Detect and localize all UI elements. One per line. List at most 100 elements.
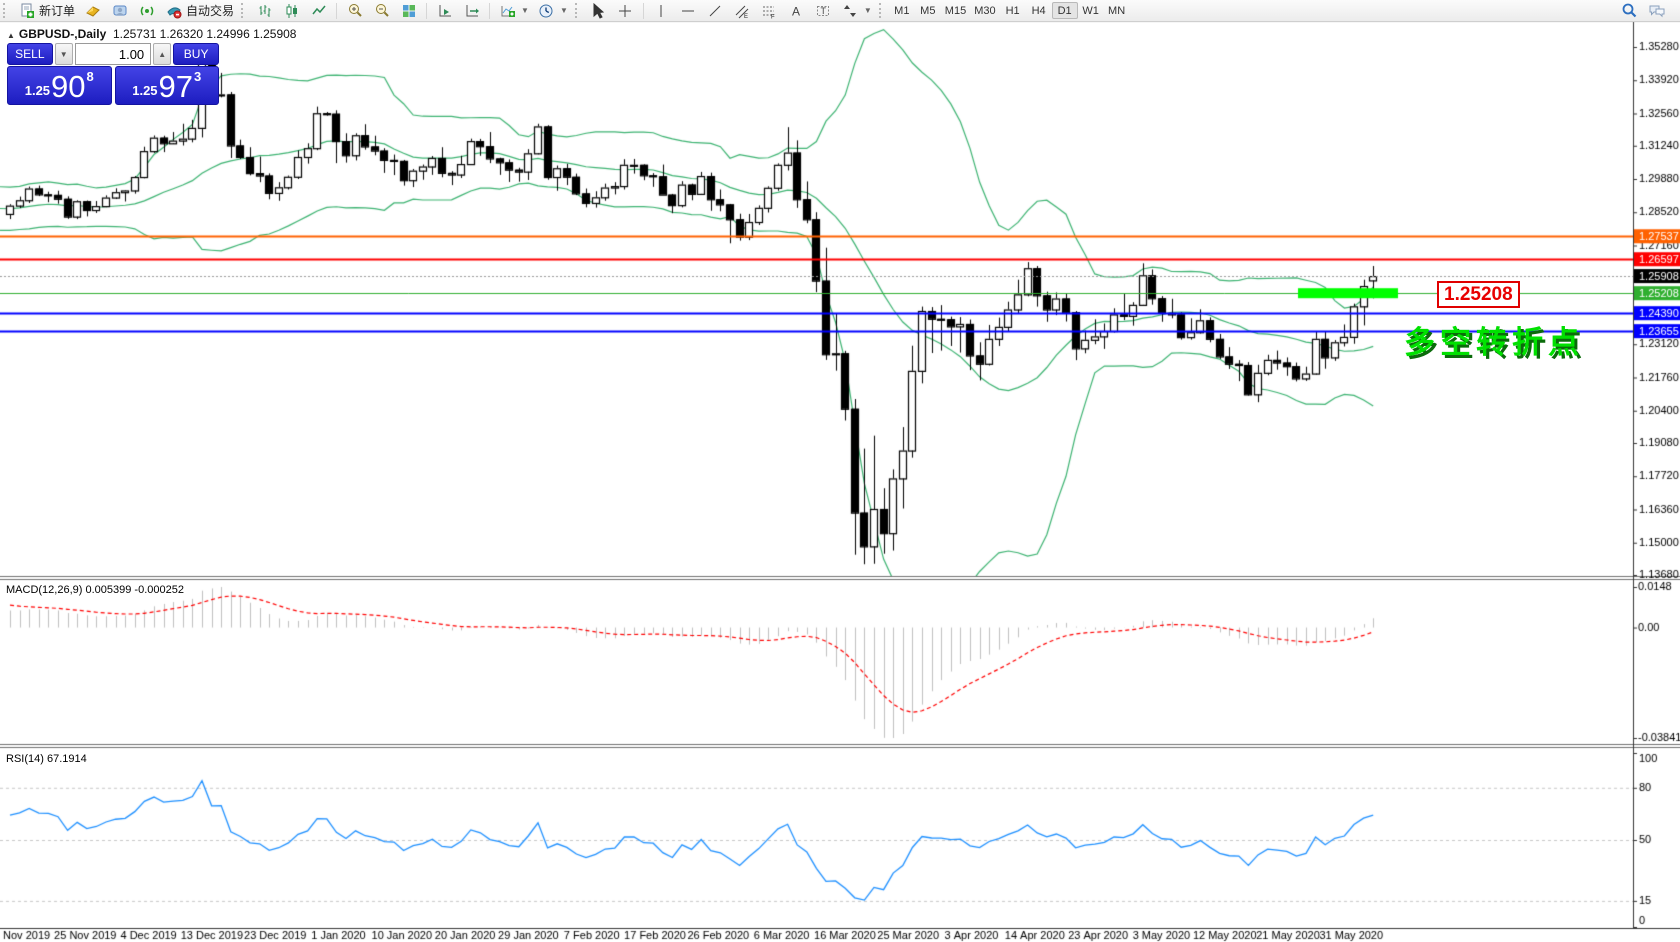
horizontal-line-icon — [679, 1, 698, 20]
text-icon: A — [787, 1, 806, 20]
volume-input[interactable]: 1.00 — [75, 43, 151, 65]
chat-bubbles-icon — [1647, 1, 1666, 20]
timeframe-button-M5[interactable]: M5 — [915, 2, 941, 19]
indicators-button[interactable]: ▼ — [494, 1, 533, 20]
dropdown-arrow-icon: ▼ — [521, 6, 529, 15]
crosshair-icon — [616, 1, 635, 20]
toolbar: 新订单 自动交易 — [0, 0, 1680, 22]
svg-text:F: F — [771, 14, 775, 19]
signals-button[interactable] — [133, 1, 160, 20]
toolbar-grip[interactable] — [575, 3, 581, 18]
volume-decrease-button[interactable]: ▼ — [55, 43, 73, 65]
auto-trading-label: 自动交易 — [186, 2, 234, 19]
timeframe-button-D1[interactable]: D1 — [1052, 2, 1078, 19]
fibonacci-button[interactable]: F — [756, 1, 783, 20]
community-button[interactable] — [1643, 1, 1670, 20]
search-button[interactable] — [1616, 1, 1643, 20]
timeframe-button-H4[interactable]: H4 — [1026, 2, 1052, 19]
virtual-hosting-button[interactable] — [106, 1, 133, 20]
auto-trading-icon — [164, 1, 183, 20]
trendline-button[interactable] — [702, 1, 729, 20]
chart-line-button[interactable] — [305, 1, 332, 20]
auto-scroll-button[interactable] — [431, 1, 458, 20]
buy-price-big: 97 — [159, 71, 193, 102]
mt4-window: 新订单 自动交易 — [0, 0, 1680, 942]
dropdown-arrow-icon: ▼ — [864, 6, 872, 15]
buy-button[interactable]: BUY — [173, 43, 219, 65]
svg-text:A: A — [792, 4, 800, 18]
toolbar-grip[interactable] — [3, 3, 9, 18]
cursor-icon — [589, 1, 608, 20]
trendline-icon — [706, 1, 725, 20]
timeframe-button-M30[interactable]: M30 — [970, 2, 999, 19]
metaeditor-icon — [83, 1, 102, 20]
arrows-button[interactable]: ▼ — [837, 1, 876, 20]
timeframe-button-H1[interactable]: H1 — [1000, 2, 1026, 19]
bar-chart-icon — [255, 1, 274, 20]
cursor-button[interactable] — [585, 1, 612, 20]
equidistant-channel-icon: E — [733, 1, 752, 20]
one-click-trading-panel: SELL ▼ 1.00 ▲ BUY 1.25 90 8 1.25 97 3 — [7, 43, 219, 105]
new-order-label: 新订单 — [39, 2, 75, 19]
zoom-out-button[interactable] — [368, 1, 395, 20]
toolbar-separator — [489, 3, 490, 19]
chart-bars-button[interactable] — [251, 1, 278, 20]
chart-shift-icon — [462, 1, 481, 20]
text-button[interactable]: A — [783, 1, 810, 20]
price-annotation-label[interactable]: 1.25208 — [1437, 281, 1520, 308]
symbol-period-label: GBPUSD-,Daily — [19, 27, 106, 41]
toolbar-separator — [336, 3, 337, 19]
timeframe-button-MN[interactable]: MN — [1104, 2, 1130, 19]
sell-button[interactable]: SELL — [7, 43, 53, 65]
new-order-button[interactable]: 新订单 — [13, 1, 79, 20]
zoom-in-button[interactable] — [341, 1, 368, 20]
price-chart-canvas[interactable] — [0, 0, 1680, 942]
timeframe-toolbar: M1M5M15M30H1H4D1W1MN — [889, 2, 1130, 19]
dropdown-arrow-icon: ▼ — [560, 6, 568, 15]
vertical-line-button[interactable] — [648, 1, 675, 20]
chart-candles-button[interactable] — [278, 1, 305, 20]
search-icon — [1620, 1, 1639, 20]
line-chart-icon — [309, 1, 328, 20]
sell-price-prefix: 1.25 — [25, 83, 50, 98]
buy-price-pip: 3 — [194, 69, 201, 84]
text-label-icon: T — [814, 1, 833, 20]
text-label-button[interactable]: T — [810, 1, 837, 20]
timeframe-button-M15[interactable]: M15 — [941, 2, 970, 19]
equidistant-channel-button[interactable]: E — [729, 1, 756, 20]
toolbar-grip[interactable] — [879, 3, 885, 18]
sell-price-pip: 8 — [87, 69, 94, 84]
horizontal-line-button[interactable] — [675, 1, 702, 20]
timeframe-button-W1[interactable]: W1 — [1078, 2, 1104, 19]
clock-icon — [537, 1, 556, 20]
chart-title: ▲ GBPUSD-,Daily 1.25731 1.26320 1.24996 1… — [7, 27, 296, 41]
crosshair-button[interactable] — [612, 1, 639, 20]
chart-shift-button[interactable] — [458, 1, 485, 20]
rsi-indicator-label: RSI(14) 67.1914 — [6, 753, 87, 765]
add-indicator-icon — [498, 1, 517, 20]
zoom-in-icon — [345, 1, 364, 20]
arrows-icon — [841, 1, 860, 20]
virtual-hosting-icon — [110, 1, 129, 20]
timeframe-button-M1[interactable]: M1 — [889, 2, 915, 19]
ohlc-values: 1.25731 1.26320 1.24996 1.25908 — [113, 27, 297, 41]
buy-price-prefix: 1.25 — [132, 83, 157, 98]
buy-price-panel[interactable]: 1.25 97 3 — [115, 66, 220, 105]
signals-icon — [137, 1, 156, 20]
periods-button[interactable]: ▼ — [533, 1, 572, 20]
auto-scroll-icon — [435, 1, 454, 20]
svg-text:E: E — [744, 14, 748, 19]
tile-windows-button[interactable] — [395, 1, 422, 20]
zoom-out-icon — [372, 1, 391, 20]
volume-increase-button[interactable]: ▲ — [153, 43, 171, 65]
turning-point-annotation[interactable]: 多空转折点 — [1404, 317, 1584, 362]
auto-trading-button[interactable]: 自动交易 — [160, 1, 238, 20]
metaeditor-button[interactable] — [79, 1, 106, 20]
vertical-line-icon — [652, 1, 671, 20]
macd-indicator-label: MACD(12,26,9) 0.005399 -0.000252 — [6, 584, 184, 596]
toolbar-separator — [426, 3, 427, 19]
toolbar-grip[interactable] — [241, 3, 247, 18]
collapse-icon[interactable]: ▲ — [7, 31, 15, 40]
candlestick-icon — [282, 1, 301, 20]
sell-price-panel[interactable]: 1.25 90 8 — [7, 66, 112, 105]
